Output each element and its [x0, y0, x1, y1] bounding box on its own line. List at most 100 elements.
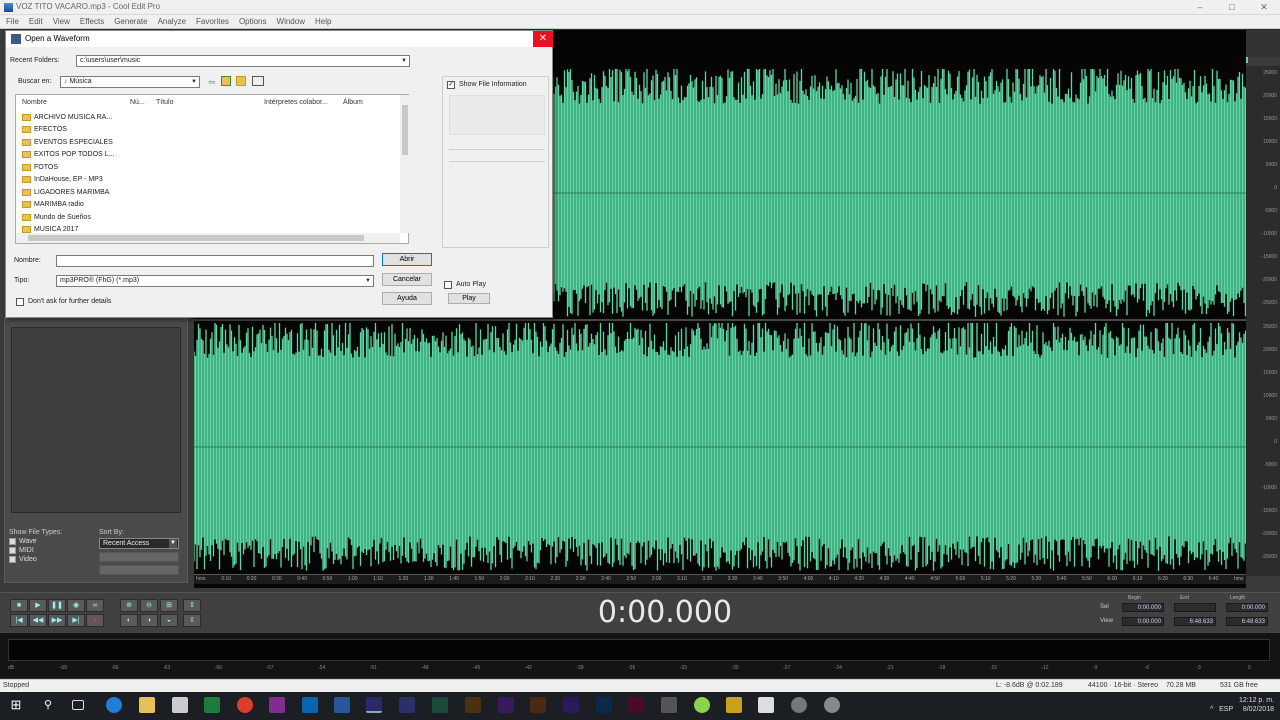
new-folder-icon[interactable]: [236, 76, 246, 86]
vertical-scroll-thumb[interactable]: [402, 105, 408, 155]
store-icon[interactable]: [172, 697, 188, 713]
view-end-field[interactable]: 6:48.633: [1174, 617, 1216, 626]
menu-analyze[interactable]: Analyze: [158, 15, 186, 28]
onenote-icon[interactable]: [269, 697, 285, 713]
go-to-start-button[interactable]: |◀: [10, 614, 28, 627]
dont-ask-checkbox[interactable]: [16, 298, 24, 306]
file-type-wave[interactable]: Wave: [9, 538, 97, 545]
horizontal-scrollbar[interactable]: [16, 233, 400, 243]
indesign-icon[interactable]: [628, 697, 644, 713]
word-icon[interactable]: [334, 697, 350, 713]
dialog-close-button[interactable]: ✕: [533, 31, 553, 47]
menu-file[interactable]: File: [6, 15, 19, 28]
back-arrow-icon[interactable]: ⇦: [208, 77, 216, 88]
sort-by-select[interactable]: Recent Access: [99, 538, 179, 549]
list-item[interactable]: InDaHouse, EP - MP3: [22, 174, 103, 186]
windows-start-icon[interactable]: ⊞: [8, 697, 24, 713]
vertical-scrollbar[interactable]: [400, 95, 410, 233]
zoom-selection-button[interactable]: ◑: [140, 614, 158, 627]
zoom-vertical-in-button[interactable]: ⇕: [183, 599, 201, 612]
file-explorer-icon[interactable]: [139, 697, 155, 713]
rewind-button[interactable]: ◀◀: [29, 614, 47, 627]
list-item[interactable]: EVENTOS ESPECIALES: [22, 136, 113, 148]
premiere-icon[interactable]: [399, 697, 415, 713]
list-item[interactable]: Mundo de Sueños: [22, 211, 91, 223]
after-effects-icon[interactable]: [563, 697, 579, 713]
media-encoder-icon[interactable]: [661, 697, 677, 713]
column-album[interactable]: Álbum: [343, 99, 363, 106]
file-name-input[interactable]: [56, 255, 374, 267]
look-in-select[interactable]: ♪ Música ▼: [60, 76, 200, 88]
column-artists[interactable]: Intérpretes colabor...: [264, 99, 328, 106]
view-menu-icon[interactable]: [252, 76, 264, 86]
play-button[interactable]: ▶: [29, 599, 47, 612]
list-item[interactable]: FOTOS: [22, 161, 58, 173]
folder-app-icon[interactable]: [726, 697, 742, 713]
wave-checkbox[interactable]: [9, 538, 16, 545]
column-name[interactable]: Nombre: [22, 99, 47, 106]
list-item[interactable]: EFECTOS: [22, 124, 67, 136]
menu-window[interactable]: Window: [277, 15, 305, 28]
midi-checkbox[interactable]: [9, 547, 16, 554]
photoshop-icon[interactable]: [596, 697, 612, 713]
list-item[interactable]: EXITOS POP TODOS L...: [22, 149, 114, 161]
cancel-button[interactable]: Cancelar: [382, 273, 432, 286]
open-button[interactable]: Abrir: [382, 253, 432, 266]
go-to-end-button[interactable]: ▶|: [67, 614, 85, 627]
audition-icon[interactable]: [432, 697, 448, 713]
illustrator-icon[interactable]: [530, 697, 546, 713]
search-icon[interactable]: ⚲: [40, 697, 56, 713]
auto-play-checkbox[interactable]: [444, 281, 452, 289]
language-indicator[interactable]: ESP: [1219, 706, 1233, 713]
tray-chevron-icon[interactable]: ^: [1210, 706, 1213, 713]
menu-view[interactable]: View: [53, 15, 70, 28]
play-preview-button[interactable]: Play: [448, 293, 490, 304]
column-number[interactable]: Nú...: [130, 99, 145, 106]
zoom-right-button[interactable]: ◒: [160, 614, 178, 627]
bridge-icon[interactable]: [465, 697, 481, 713]
cool-edit-taskbar-icon[interactable]: [366, 697, 382, 713]
file-list[interactable]: Nombre Nú... Título Intérpretes colabor.…: [15, 94, 410, 244]
premiere-pro-icon[interactable]: [498, 697, 514, 713]
edge-icon[interactable]: [106, 697, 122, 713]
view-length-field[interactable]: 6:48.633: [1226, 617, 1268, 626]
zoom-left-button[interactable]: ◐: [120, 614, 138, 627]
video-checkbox[interactable]: [9, 556, 16, 563]
list-item[interactable]: ARCHIVO MUSICA RA...: [22, 111, 112, 123]
zoom-in-button[interactable]: ⊕: [120, 599, 138, 612]
organizer-button-1[interactable]: [99, 552, 179, 562]
list-item[interactable]: MARIMBA radio: [22, 199, 84, 211]
zoom-out-button[interactable]: ⊖: [140, 599, 158, 612]
show-file-info-checkbox[interactable]: ✓: [447, 81, 455, 89]
menu-generate[interactable]: Generate: [114, 15, 147, 28]
play-from-cursor-button[interactable]: ◉: [67, 599, 85, 612]
list-item[interactable]: LIGADORES MARIMBA: [22, 186, 109, 198]
menu-help[interactable]: Help: [315, 15, 331, 28]
record-button[interactable]: ●: [86, 614, 104, 627]
organizer-file-list[interactable]: [11, 327, 181, 513]
excel-icon[interactable]: [204, 697, 220, 713]
app-icon-gear-2[interactable]: [824, 697, 840, 713]
outlook-icon[interactable]: [302, 697, 318, 713]
horizontal-scroll-thumb[interactable]: [28, 235, 364, 241]
menu-effects[interactable]: Effects: [80, 15, 104, 28]
file-type-midi[interactable]: MIDI: [9, 547, 97, 554]
help-button[interactable]: Ayuda: [382, 292, 432, 305]
loop-button[interactable]: ∞: [86, 599, 104, 612]
file-type-select[interactable]: mp3PRO® (FhG) (*.mp3) ▼: [56, 275, 374, 287]
zoom-full-button[interactable]: ⊞: [160, 599, 178, 612]
maximize-button[interactable]: □: [1216, 0, 1248, 15]
sel-begin-field[interactable]: 0:00.000: [1122, 603, 1164, 612]
sel-end-field[interactable]: [1174, 603, 1216, 612]
sel-length-field[interactable]: 0:00.000: [1226, 603, 1268, 612]
recent-folders-select[interactable]: c:\users\user\music ▼: [76, 55, 410, 67]
notes-icon[interactable]: [758, 697, 774, 713]
close-window-button[interactable]: ✕: [1248, 0, 1280, 15]
pause-button[interactable]: ❚❚: [48, 599, 66, 612]
chrome-icon[interactable]: [237, 697, 253, 713]
file-type-video[interactable]: Video: [9, 556, 97, 563]
view-begin-field[interactable]: 0:00.000: [1122, 617, 1164, 626]
stop-button[interactable]: ■: [10, 599, 28, 612]
task-view-icon[interactable]: [72, 700, 84, 710]
zoom-vertical-out-button[interactable]: ⇳: [183, 614, 201, 627]
